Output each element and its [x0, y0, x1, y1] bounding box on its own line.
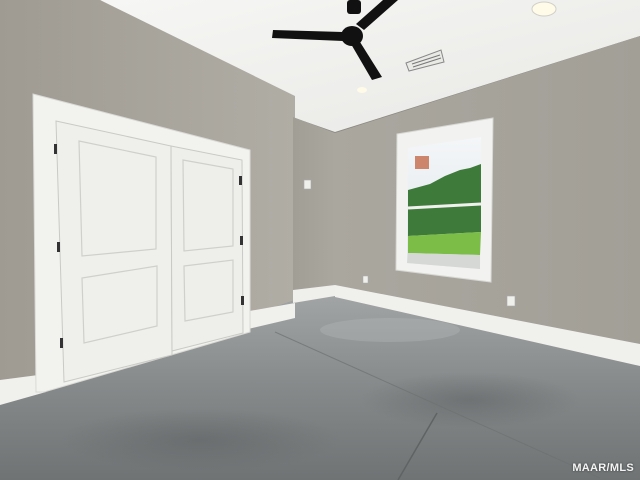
floor-highlight: [320, 318, 460, 342]
hinge-icon: [54, 144, 57, 154]
outlet-icon: [362, 275, 369, 284]
floor-stain: [60, 408, 340, 472]
outlet-icon: [506, 295, 516, 307]
hinge-icon: [241, 296, 244, 305]
light-switch-icon[interactable]: [303, 179, 312, 190]
hinge-icon: [60, 338, 63, 348]
back-wall: [293, 117, 335, 296]
hinge-icon: [239, 176, 242, 185]
room-illustration: [0, 0, 640, 480]
window-sign: [415, 156, 429, 169]
room-photo: MAAR/MLS: [0, 0, 640, 480]
recessed-light-icon: [357, 87, 367, 93]
hinge-icon: [240, 236, 243, 245]
closet-door-left[interactable]: [55, 120, 173, 383]
window-grass: [408, 232, 481, 255]
mls-watermark: MAAR/MLS: [572, 462, 634, 474]
recessed-light-icon: [531, 1, 557, 17]
hinge-icon: [57, 242, 60, 252]
